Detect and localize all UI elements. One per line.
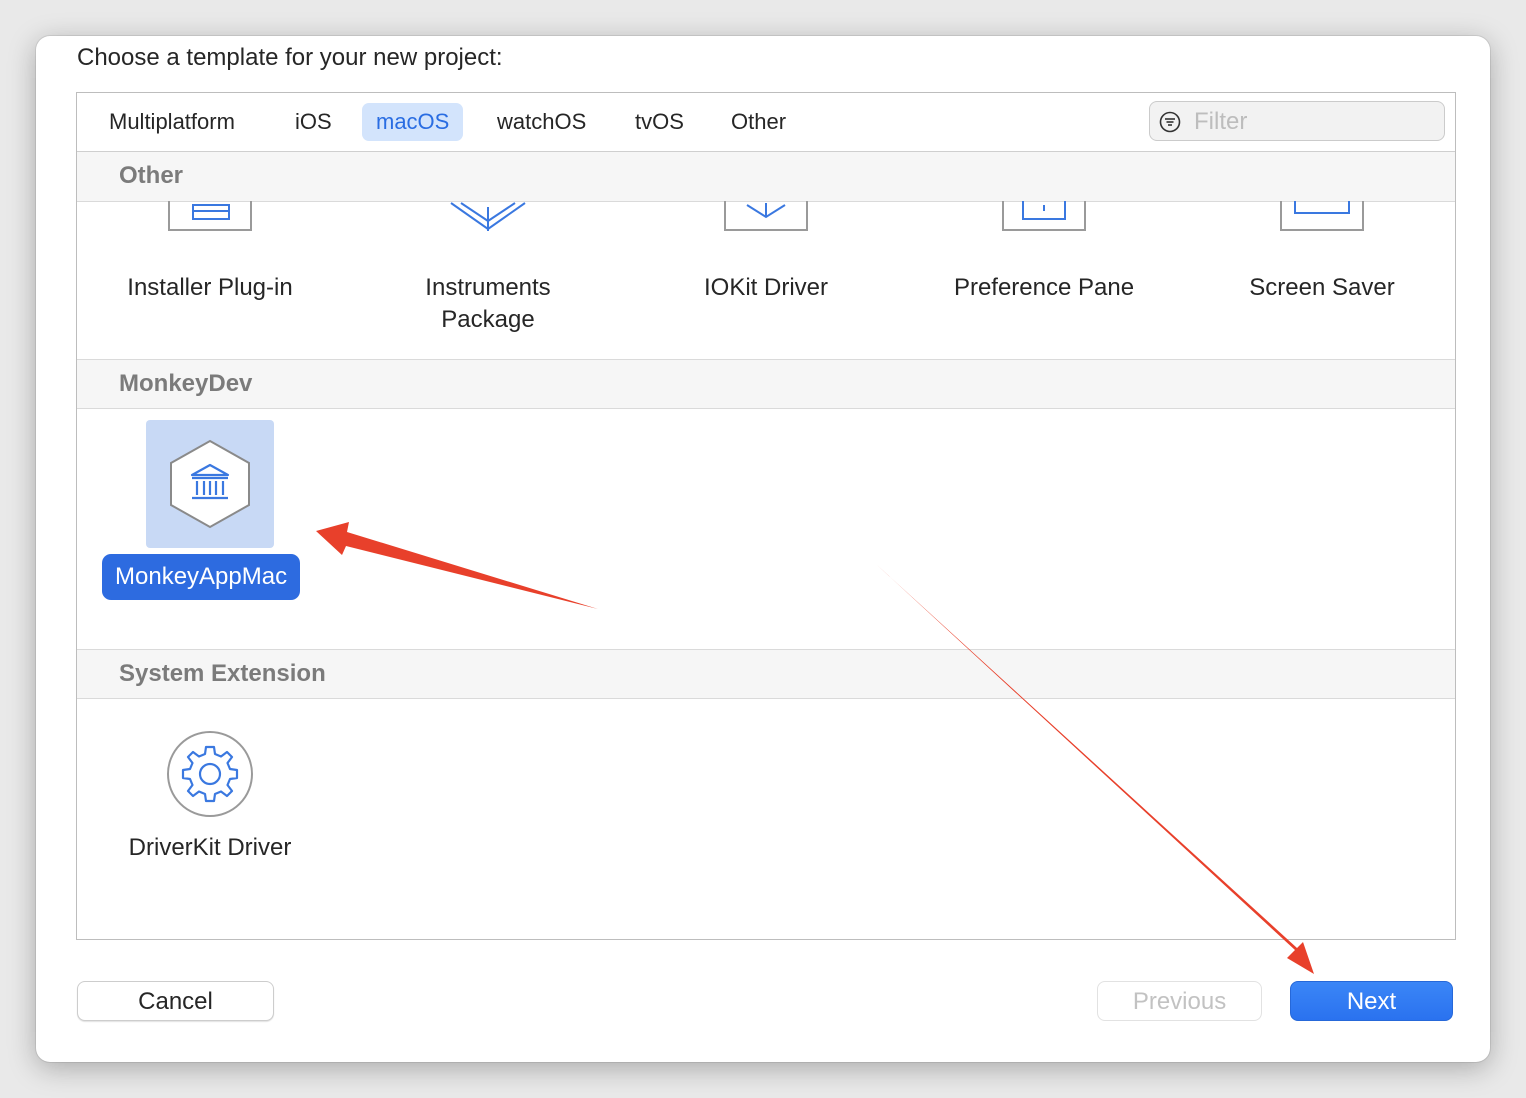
template-label: DriverKit Driver — [128, 834, 292, 861]
section-header-other: Other — [77, 152, 1455, 202]
filter-field[interactable] — [1149, 101, 1445, 141]
template-preference-pane[interactable]: Preference Pane — [924, 272, 1164, 304]
cancel-button[interactable]: Cancel — [77, 981, 274, 1021]
template-label: Instruments Package — [425, 274, 551, 333]
section-title-monkeydev: MonkeyDev — [119, 370, 253, 397]
screen-saver-icon — [1280, 201, 1364, 231]
template-label: Preference Pane — [953, 274, 1135, 301]
template-installer-plug-in[interactable]: Installer Plug-in — [90, 272, 330, 304]
tab-tvos[interactable]: tvOS — [621, 103, 698, 141]
template-screen-saver[interactable]: Screen Saver — [1202, 272, 1442, 304]
section-header-system-extension: System Extension — [77, 649, 1455, 699]
next-button[interactable]: Next — [1290, 981, 1453, 1021]
preference-pane-icon — [1002, 201, 1086, 231]
template-label: IOKit Driver — [703, 274, 828, 301]
tab-multiplatform[interactable]: Multiplatform — [95, 103, 249, 141]
instruments-package-icon — [450, 202, 526, 231]
section-header-monkeydev: MonkeyDev — [77, 359, 1455, 409]
installer-plugin-icon — [168, 201, 252, 231]
previous-button[interactable]: Previous — [1097, 981, 1262, 1021]
tab-macos[interactable]: macOS — [362, 103, 464, 141]
iokit-driver-icon — [724, 201, 808, 231]
tab-other[interactable]: Other — [717, 103, 800, 141]
template-driverkit-driver[interactable]: DriverKit Driver — [90, 730, 330, 864]
tab-watchos[interactable]: watchOS — [483, 103, 600, 141]
gear-icon — [167, 731, 253, 817]
template-label: Installer Plug-in — [127, 274, 293, 301]
section-title-system-extension: System Extension — [119, 660, 326, 687]
filter-input[interactable] — [1192, 106, 1436, 138]
filter-icon — [1159, 111, 1181, 133]
template-instruments-package[interactable]: Instruments Package — [368, 272, 608, 336]
section-title-other: Other — [119, 162, 184, 189]
platform-tab-bar: Multiplatform iOS macOS watchOS tvOS Oth… — [77, 93, 1455, 152]
template-label-selected: MonkeyAppMac — [102, 554, 301, 600]
bank-building-icon — [170, 439, 250, 529]
dialog-heading: Choose a template for your new project: — [77, 44, 503, 71]
tab-ios[interactable]: iOS — [281, 103, 346, 141]
template-label: Screen Saver — [1249, 274, 1395, 301]
template-iokit-driver[interactable]: IOKit Driver — [646, 272, 886, 304]
template-browser: Multiplatform iOS macOS watchOS tvOS Oth… — [76, 92, 1456, 940]
